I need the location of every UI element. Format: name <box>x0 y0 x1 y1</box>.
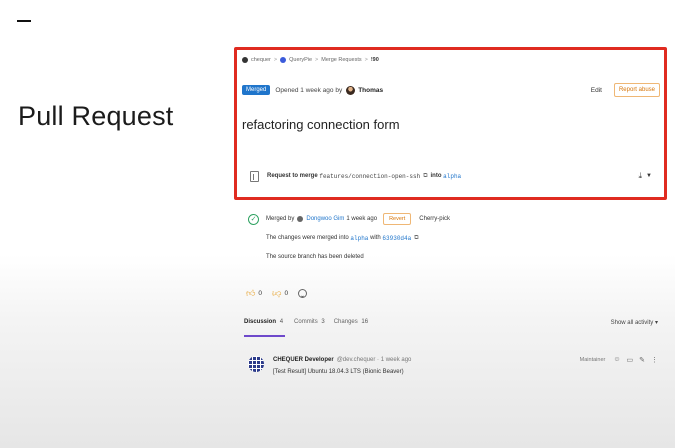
download-dropdown[interactable]: ⤓ ▼ <box>639 171 653 181</box>
merger-avatar[interactable] <box>297 216 304 222</box>
commit-sha-link[interactable]: 63930d4a <box>382 235 411 242</box>
into-text: into <box>430 173 442 179</box>
breadcrumb-item-chequer[interactable]: chequer <box>251 57 271 63</box>
with-text: with <box>370 235 381 241</box>
breadcrumb-separator: > <box>364 57 368 63</box>
tab-commits[interactable]: Commits 3 <box>294 317 325 337</box>
tab-label: Discussion <box>244 319 277 325</box>
thumbs-up-button[interactable]: 👍︎ 0 <box>246 288 262 299</box>
copy-icon[interactable]: ⧉ <box>414 235 418 242</box>
merger-name-link[interactable]: Dongwoo Gim <box>306 216 344 222</box>
thumbs-up-icon: 👍︎ <box>246 288 256 298</box>
breadcrumb-item-querypie[interactable]: QueryPie <box>289 57 312 63</box>
merged-time: 1 week ago <box>346 216 378 222</box>
mr-status-row: Merged Opened 1 week ago by Thomas Edit … <box>242 83 660 97</box>
chevron-down-icon: ▼ <box>646 173 652 179</box>
status-badge: Merged <box>242 85 271 95</box>
tab-count: 3 <box>321 319 325 325</box>
slide-title: Pull Request <box>18 101 174 131</box>
note-handle-time: @dev.chequer · 1 week ago <box>336 357 412 363</box>
note-header: CHEQUER Developer @dev.chequer · 1 week … <box>273 355 658 365</box>
more-actions-icon[interactable]: ⋮ <box>651 356 658 364</box>
source-branch[interactable]: features/connection-open-ssh <box>319 173 420 180</box>
smiley-icon[interactable]: ☺ <box>613 356 620 364</box>
author-avatar[interactable] <box>346 85 356 95</box>
breadcrumb-item-mr-id[interactable]: !90 <box>371 57 379 63</box>
mr-title: refactoring connection form <box>242 117 400 132</box>
merged-widget: ✓ Merged by Dongwoo Gim 1 week ago Rever… <box>248 212 658 264</box>
breadcrumb-item-merge-requests[interactable]: Merge Requests <box>321 57 361 63</box>
author-name-link[interactable]: Thomas <box>358 87 383 94</box>
thumbs-down-count: 0 <box>284 290 289 297</box>
querypie-logo-icon <box>280 57 287 63</box>
tab-changes[interactable]: Changes 16 <box>334 317 368 337</box>
breadcrumb-separator: > <box>273 57 278 63</box>
chequer-logo-icon <box>242 57 248 63</box>
tab-count: 16 <box>361 319 369 325</box>
merge-request-icon <box>250 170 259 182</box>
revert-button[interactable]: Revert <box>383 213 412 225</box>
request-prefix: Request to merge <box>267 173 318 179</box>
role-badge: Maintainer <box>579 357 606 363</box>
discussion-note: CHEQUER Developer @dev.chequer · 1 week … <box>248 355 658 375</box>
tab-label: Commits <box>294 319 318 325</box>
target-branch-link[interactable]: alpha <box>443 173 461 180</box>
slide-dash-decoration <box>17 20 31 22</box>
add-reaction-icon[interactable] <box>298 289 308 298</box>
breadcrumb: chequer > QueryPie > Merge Requests > !9… <box>242 57 379 63</box>
note-author-link[interactable]: CHEQUER Developer <box>273 357 334 363</box>
edit-button[interactable]: Edit <box>591 87 602 94</box>
thumbs-down-icon: 👍︎ <box>272 289 282 299</box>
mr-tabs: Discussion 4 Commits 3 Changes 16 Show a… <box>244 317 658 337</box>
tab-label: Changes <box>333 319 358 325</box>
branch-deleted-text: The source branch has been deleted <box>266 254 364 260</box>
merged-by-line: ✓ Merged by Dongwoo Gim 1 week ago Rever… <box>248 212 658 226</box>
note-author-avatar[interactable] <box>248 356 264 372</box>
thumbs-up-count: 0 <box>258 290 263 297</box>
download-icon: ⤓ <box>638 171 643 180</box>
check-circle-icon: ✓ <box>248 213 259 225</box>
branch-deleted-line: The source branch has been deleted <box>266 250 658 264</box>
merged-into-text: The changes were merged into <box>266 235 349 241</box>
comment-icon[interactable]: ▭ <box>627 356 634 364</box>
thumbs-down-button[interactable]: 👍︎ 0 <box>272 288 288 299</box>
merged-by-text: Merged by <box>266 216 295 222</box>
note-text: [Test Result] Ubuntu 18.04.3 LTS (Bionic… <box>273 369 404 375</box>
show-all-activity-dropdown[interactable]: Show all activity ▾ <box>611 317 658 326</box>
award-emoji-bar: 👍︎ 0 👍︎ 0 <box>246 288 308 299</box>
report-abuse-button[interactable]: Report abuse <box>613 83 660 97</box>
tab-count: 4 <box>279 319 284 325</box>
merged-into-line: The changes were merged into alpha with … <box>266 231 658 245</box>
edit-pencil-icon[interactable]: ✎ <box>639 356 645 364</box>
note-body: CHEQUER Developer @dev.chequer · 1 week … <box>273 355 658 375</box>
merge-request-branch-row: Request to merge features/connection-ope… <box>250 169 658 183</box>
tab-discussion[interactable]: Discussion 4 <box>244 317 286 337</box>
merged-branch-link[interactable]: alpha <box>350 235 368 242</box>
copy-icon[interactable]: ⧉ <box>423 173 427 180</box>
cherry-pick-button[interactable]: Cherry-pick <box>419 216 450 222</box>
breadcrumb-separator: > <box>315 57 319 63</box>
opened-text: Opened 1 week ago by <box>275 86 343 94</box>
note-actions: ☺ ▭ ✎ ⋮ <box>613 356 658 364</box>
